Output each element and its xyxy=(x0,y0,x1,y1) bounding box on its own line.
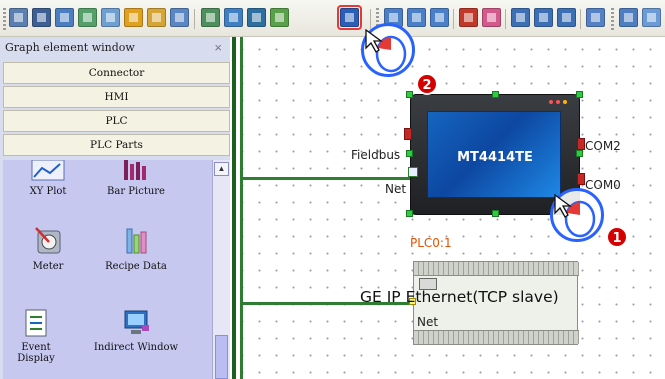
part-event-display[interactable]: Event Display xyxy=(3,308,69,364)
category-connector[interactable]: Connector xyxy=(3,62,230,84)
toolbar-overflow-icon[interactable] xyxy=(642,8,661,27)
part-label: Bar Picture xyxy=(107,186,165,197)
mouse-icon xyxy=(554,193,596,238)
selection-handle[interactable] xyxy=(406,150,413,157)
fieldbus-label: Fieldbus xyxy=(351,148,401,162)
com2-label: COM2 xyxy=(585,139,621,153)
toolbar-grip[interactable] xyxy=(3,8,6,30)
selection-handle[interactable] xyxy=(492,91,499,98)
bus-rail xyxy=(240,37,243,379)
part-xy-plot[interactable]: XY Plot xyxy=(3,160,93,197)
toolbar-grip[interactable] xyxy=(611,8,614,30)
category-hmi[interactable]: HMI xyxy=(3,86,230,108)
toolbar-window-icon[interactable] xyxy=(101,8,120,27)
panel-title: Graph element window xyxy=(5,41,135,54)
toolbar-note-icon[interactable] xyxy=(78,8,97,27)
selection-handle[interactable] xyxy=(406,91,413,98)
fieldbus-port[interactable] xyxy=(404,128,412,140)
hmi-led xyxy=(563,100,567,104)
part-label: Event Display xyxy=(17,342,55,364)
part-label: XY Plot xyxy=(29,186,67,197)
plc-terminal-strip xyxy=(414,330,579,344)
hmi-screen: MT4414TE xyxy=(427,111,561,198)
toolbar-new-icon[interactable] xyxy=(270,8,289,27)
recipe-data-icon xyxy=(126,228,147,254)
step-badge: 2 xyxy=(416,73,438,95)
com0-port[interactable] xyxy=(577,173,585,185)
part-recipe-data[interactable]: Recipe Data xyxy=(91,225,181,272)
selection-handle[interactable] xyxy=(406,210,413,217)
scroll-up-button[interactable]: ▲ xyxy=(214,162,229,176)
toolbar-next-icon[interactable] xyxy=(586,8,605,27)
plc-name-label: GE IP Ethernet(TCP slave) xyxy=(360,288,559,306)
part-label: Recipe Data xyxy=(105,261,167,272)
plc-id-label: PLC0:1 xyxy=(410,236,452,250)
net-label: Net xyxy=(385,182,407,196)
part-label: Indirect Window xyxy=(93,342,179,353)
highlight-box xyxy=(337,5,362,30)
toolbar-download-icon[interactable] xyxy=(459,8,478,27)
part-meter[interactable]: Meter xyxy=(3,225,93,272)
xy-plot-icon xyxy=(31,160,65,181)
mouse-click-callout xyxy=(550,188,604,242)
meter-icon xyxy=(35,227,61,254)
category-plc[interactable]: PLC xyxy=(3,110,230,132)
com0-label: COM0 xyxy=(585,178,621,192)
category-plc-parts[interactable]: PLC Parts xyxy=(3,134,230,156)
toolbar-layer-top-icon[interactable] xyxy=(511,8,530,27)
toolbar-align-center-icon[interactable] xyxy=(407,8,426,27)
close-icon[interactable]: × xyxy=(214,39,222,57)
graph-element-window: Graph element window × Connector HMI PLC… xyxy=(0,37,230,379)
selection-handle[interactable] xyxy=(576,91,583,98)
toolbar-more-icon[interactable] xyxy=(619,8,638,27)
mouse-icon xyxy=(365,28,407,73)
parts-list: XY Plot Bar Picture Meter Recipe Data Ev… xyxy=(3,160,230,379)
mouse-click-callout xyxy=(361,23,415,77)
toolbar-layer-down-icon[interactable] xyxy=(557,8,576,27)
com2-port[interactable] xyxy=(577,138,585,150)
indirect-window-icon xyxy=(124,310,149,334)
net-port[interactable] xyxy=(408,167,418,177)
parts-scrollbar[interactable]: ▲ xyxy=(212,160,230,379)
toolbar xyxy=(0,0,665,37)
toolbar-table-icon[interactable] xyxy=(55,8,74,27)
bar-picture-icon xyxy=(124,160,146,180)
toolbar-image-icon[interactable] xyxy=(201,8,220,27)
hmi-led xyxy=(549,100,553,104)
toolbar-frame-icon[interactable] xyxy=(247,8,266,27)
toolbar-simulate-icon[interactable] xyxy=(482,8,501,27)
toolbar-tools-icon[interactable] xyxy=(147,8,166,27)
selection-handle[interactable] xyxy=(576,150,583,157)
toolbar-align-right-icon[interactable] xyxy=(430,8,449,27)
selection-handle[interactable] xyxy=(492,210,499,217)
bus-rail xyxy=(232,37,236,379)
toolbar-screen-icon[interactable] xyxy=(170,8,189,27)
hmi-connection-line[interactable] xyxy=(243,177,410,180)
plc-net-label: Net xyxy=(417,315,439,329)
toolbar-picture-icon[interactable] xyxy=(224,8,243,27)
plc-terminal-strip xyxy=(414,262,579,276)
event-display-icon xyxy=(25,309,47,337)
toolbar-graph-icon[interactable] xyxy=(9,8,28,27)
part-indirect-window[interactable]: Indirect Window xyxy=(91,308,181,353)
hmi-model-name: MT4414TE xyxy=(457,150,533,165)
part-label: Meter xyxy=(32,261,64,272)
toolbar-layer-up-icon[interactable] xyxy=(534,8,553,27)
scroll-thumb[interactable] xyxy=(215,335,228,379)
step-badge: 1 xyxy=(606,226,628,248)
toolbar-grid-icon[interactable] xyxy=(32,8,51,27)
toolbar-music-icon[interactable] xyxy=(124,8,143,27)
hmi-led xyxy=(556,100,560,104)
part-bar-picture[interactable]: Bar Picture xyxy=(91,160,181,197)
